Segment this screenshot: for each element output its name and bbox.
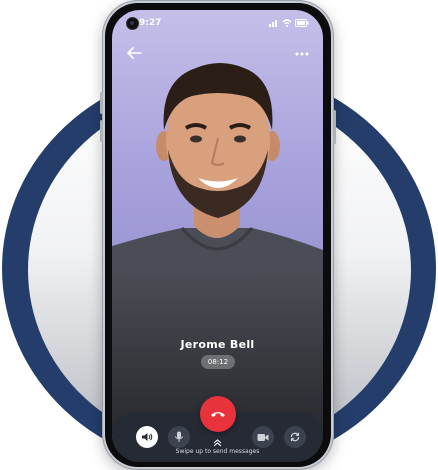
- status-icons: [269, 19, 309, 27]
- volume-down-button: [100, 120, 103, 142]
- more-options-icon[interactable]: [295, 52, 309, 56]
- caller-name: Jerome Bell: [180, 338, 255, 351]
- mute-button[interactable]: [168, 426, 190, 448]
- speaker-icon: [142, 433, 153, 441]
- video-camera-icon: [257, 433, 269, 441]
- back-arrow-icon[interactable]: [126, 46, 142, 60]
- front-camera: [127, 18, 138, 29]
- call-topbar: [112, 46, 323, 66]
- end-call-button[interactable]: [200, 396, 236, 432]
- video-button[interactable]: [252, 426, 274, 448]
- phone-device: 9:27 Jerome Bell 08:12 Swipe up to send …: [100, 0, 336, 470]
- call-screen: 9:27 Jerome Bell 08:12 Swipe up to send …: [112, 10, 323, 462]
- call-duration: 08:12: [201, 355, 235, 369]
- switch-camera-button[interactable]: [284, 426, 306, 448]
- swipe-hint: Swipe up to send messages: [175, 448, 260, 455]
- switch-camera-icon: [290, 432, 300, 442]
- volume-up-button: [100, 92, 103, 114]
- wifi-icon: [282, 19, 292, 27]
- swipe-up-chevron-icon[interactable]: [213, 439, 222, 447]
- status-time: 9:27: [139, 18, 162, 28]
- microphone-icon: [174, 431, 184, 442]
- power-button: [333, 110, 336, 144]
- battery-icon: [295, 19, 309, 27]
- speaker-button[interactable]: [136, 426, 158, 448]
- signal-icon: [269, 20, 277, 27]
- phone-hangup-icon: [211, 412, 225, 417]
- status-bar: 9:27: [112, 18, 323, 32]
- phone-bezel: 9:27 Jerome Bell 08:12 Swipe up to send …: [105, 3, 331, 467]
